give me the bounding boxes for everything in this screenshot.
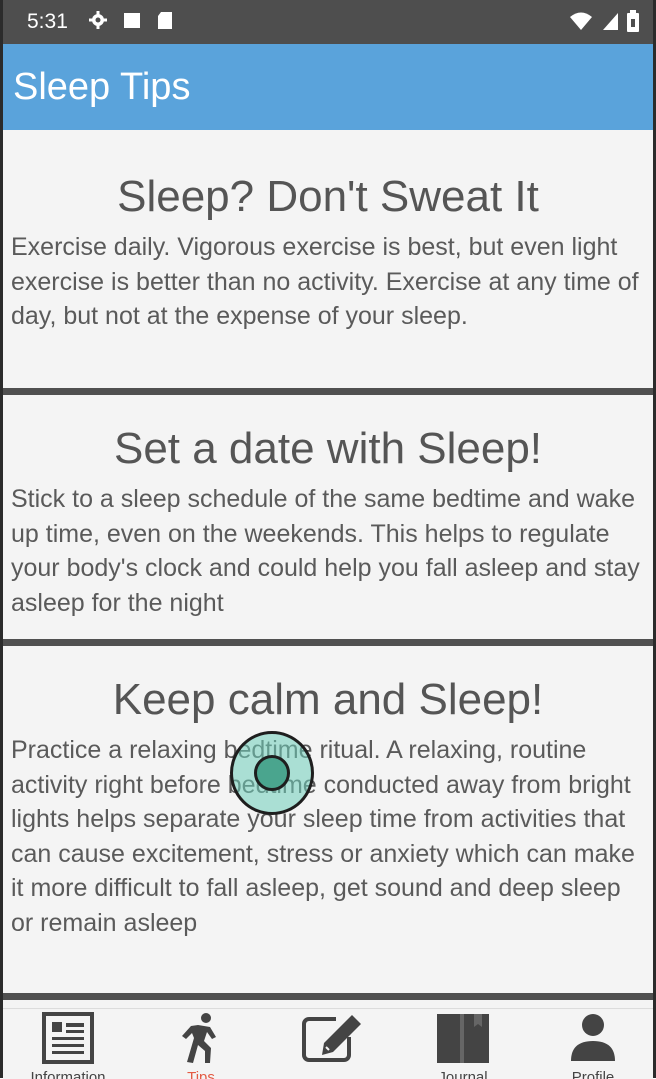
touch-indicator <box>230 731 314 815</box>
tip-title: Keep calm and Sleep! <box>112 675 544 724</box>
book-icon <box>434 1011 492 1070</box>
app-bar: Sleep Tips <box>3 44 653 130</box>
signal-icon <box>601 11 619 36</box>
nav-item-edit[interactable] <box>278 1009 388 1079</box>
gear-icon <box>88 10 108 35</box>
running-person-icon <box>176 1011 226 1070</box>
newspaper-icon <box>41 1011 95 1070</box>
battery-icon <box>627 10 639 37</box>
wifi-icon <box>569 11 593 36</box>
tip-card: Keep calm and Sleep! Practice a relaxing… <box>3 675 653 940</box>
nav-item-journal[interactable]: Journal <box>408 1009 518 1079</box>
tips-list[interactable]: Sleep? Don't Sweat It Exercise daily. Vi… <box>3 130 653 1008</box>
bottom-navigation: Information Tips Journal Profile <box>3 1008 653 1079</box>
nav-item-information[interactable]: Information <box>13 1009 123 1079</box>
tip-card: Sleep? Don't Sweat It Exercise daily. Vi… <box>3 172 653 334</box>
edit-icon <box>300 1011 366 1070</box>
square-icon <box>122 10 142 35</box>
tip-card: Set a date with Sleep! Stick to a sleep … <box>3 424 653 620</box>
tip-divider <box>3 639 653 646</box>
status-bar: 5:31 <box>3 0 653 44</box>
nav-item-tips[interactable]: Tips <box>146 1009 256 1079</box>
tip-body: Practice a relaxing bedtime ritual. A re… <box>11 736 635 937</box>
page-title: Sleep Tips <box>13 66 191 108</box>
tip-body: Stick to a sleep schedule of the same be… <box>11 485 640 617</box>
tip-title: Set a date with Sleep! <box>113 424 543 473</box>
tip-body: Exercise daily. Vigorous exercise is bes… <box>11 233 639 330</box>
status-time: 5:31 <box>27 10 68 33</box>
nav-item-profile[interactable]: Profile <box>538 1009 648 1079</box>
person-icon <box>568 1011 618 1070</box>
status-icons-left <box>88 10 174 35</box>
status-icons-right <box>569 10 639 37</box>
touch-indicator-center <box>254 755 290 791</box>
sd-card-icon <box>156 10 174 35</box>
tip-divider <box>3 993 653 1000</box>
tip-divider <box>3 388 653 395</box>
tip-title: Sleep? Don't Sweat It <box>117 172 539 221</box>
